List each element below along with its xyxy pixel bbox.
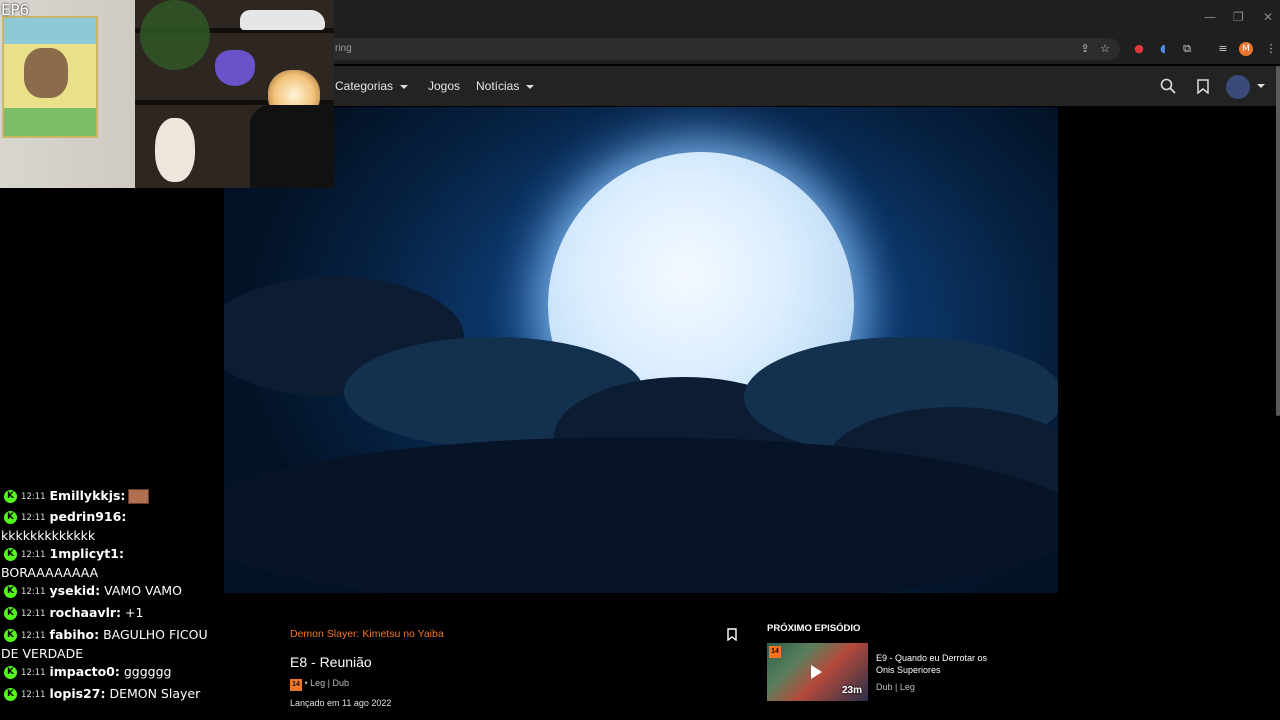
chevron-down-icon[interactable] <box>1257 84 1265 88</box>
kick-badge-icon: K <box>4 629 17 642</box>
vase <box>155 118 195 182</box>
heart-decoration <box>215 50 255 86</box>
chevron-down-icon <box>526 84 535 89</box>
chat-time: 12:11 <box>21 630 46 641</box>
kick-badge-icon: K <box>4 607 17 620</box>
nav-news[interactable]: Notícias <box>476 79 535 93</box>
age-rating-badge: 14 <box>290 679 302 691</box>
avatar[interactable] <box>1226 75 1250 99</box>
next-episode-audio: Dub | Leg <box>876 682 915 692</box>
nav-news-label: Notícias <box>476 79 520 93</box>
chat-text: BORAAAAAAAA <box>1 564 99 580</box>
episode-title: E8 - Reunião <box>290 654 372 670</box>
plant <box>140 0 210 70</box>
menu-icon[interactable]: ⋮ <box>1264 42 1278 56</box>
chat-user: rochaavlr: <box>49 605 122 620</box>
audio-options: • Leg | Dub <box>304 678 350 688</box>
kick-badge-icon: K <box>4 688 17 701</box>
release-date: Lançado em 11 ago 2022 <box>290 698 392 708</box>
chat-text: gggggg <box>123 664 172 679</box>
kick-badge-icon: K <box>4 548 17 561</box>
chat-message: K 12:11 rochaavlr: +1 <box>1 604 223 623</box>
star-icon[interactable]: ☆ <box>1098 42 1112 56</box>
chat-user: impacto0: <box>49 664 120 679</box>
search-icon[interactable] <box>1160 78 1176 94</box>
chevron-down-icon <box>400 84 409 89</box>
chat-user: lopis27: <box>49 686 106 701</box>
chat-message: K 12:11 fabiho: BAGULHO FICOU DE VERDADE <box>1 626 223 663</box>
kick-badge-icon: K <box>4 490 17 503</box>
close-icon[interactable]: ✕ <box>1263 10 1273 24</box>
scrollbar[interactable] <box>1276 66 1280 416</box>
chat-message: K 12:11 lopis27: DEMON Slayer <box>1 685 223 704</box>
poster-image <box>2 16 98 138</box>
address-text: ring <box>335 43 352 54</box>
chat-user: fabiho: <box>49 627 100 642</box>
extension-red-icon[interactable]: ● <box>1132 42 1146 56</box>
restore-icon[interactable]: ❐ <box>1233 10 1244 24</box>
extension-blue-icon[interactable]: ◖ <box>1156 42 1170 56</box>
episode-meta: 14 • Leg | Dub <box>290 678 349 691</box>
nav-games[interactable]: Jogos <box>428 79 460 93</box>
emote-icon <box>128 489 150 504</box>
profile-icon[interactable]: M <box>1239 42 1253 56</box>
chat-message: K 12:11 pedrin916: kkkkkkkkkkkkk <box>1 508 223 545</box>
minimize-icon[interactable]: — <box>1204 10 1216 24</box>
webcam-overlay: EP6 <box>0 0 334 188</box>
chair <box>250 105 334 188</box>
bookmark-icon[interactable] <box>727 628 737 641</box>
chat-message: K 12:11 Emillykkjs: <box>1 487 223 506</box>
series-link[interactable]: Demon Slayer: Kimetsu no Yaiba <box>290 628 444 640</box>
puzzle-icon[interactable]: ⧉ <box>1180 42 1194 56</box>
kick-badge-icon: K <box>4 666 17 679</box>
chat-time: 12:11 <box>21 512 46 523</box>
cloud <box>224 437 1058 593</box>
play-icon[interactable] <box>811 665 822 679</box>
chat-user: 1mplicyt1: <box>49 546 124 561</box>
install-icon[interactable]: ⇪ <box>1078 42 1092 56</box>
chat-text: VAMO VAMO <box>104 583 182 598</box>
next-episode-thumbnail[interactable]: 14 23m <box>767 643 868 701</box>
chat-time: 12:11 <box>21 689 46 700</box>
kick-badge-icon: K <box>4 585 17 598</box>
chat-user: pedrin916: <box>49 509 127 524</box>
kick-badge-icon: K <box>4 511 17 524</box>
chat-message: K 12:11 1mplicyt1: BORAAAAAAAA <box>1 545 223 582</box>
age-rating-badge: 14 <box>769 646 781 658</box>
address-bar[interactable] <box>300 38 1120 60</box>
chat-time: 12:11 <box>21 549 46 560</box>
duration-label: 23m <box>841 685 862 696</box>
chat-time: 12:11 <box>21 586 46 597</box>
chat-text: DEMON Slayer <box>109 686 201 701</box>
chat-time: 12:11 <box>21 491 46 502</box>
chat-time: 12:11 <box>21 608 46 619</box>
chat-text: +1 <box>125 605 144 620</box>
chat-user: Emillykkjs: <box>49 488 126 503</box>
chat-text: kkkkkkkkkkkkk <box>1 527 96 543</box>
chat-message: K 12:11 ysekid: VAMO VAMO <box>1 582 223 601</box>
nav-categories[interactable]: Categorias <box>335 79 409 93</box>
media-icon[interactable]: ≡ <box>1216 42 1230 56</box>
chat-message: K 12:11 impacto0: gggggg <box>1 663 223 682</box>
car-model <box>240 10 325 30</box>
next-episode-header: PRÓXIMO EPISÓDIO <box>767 623 861 634</box>
chat-user: ysekid: <box>49 583 101 598</box>
episode-overlay-label: EP6 <box>1 1 30 19</box>
nav-categories-label: Categorias <box>335 79 394 93</box>
next-episode-title[interactable]: E9 - Quando eu Derrotar os Onis Superior… <box>876 652 1006 676</box>
video-player[interactable] <box>224 107 1058 593</box>
watchlist-icon[interactable] <box>1197 79 1209 94</box>
chat-time: 12:11 <box>21 667 46 678</box>
